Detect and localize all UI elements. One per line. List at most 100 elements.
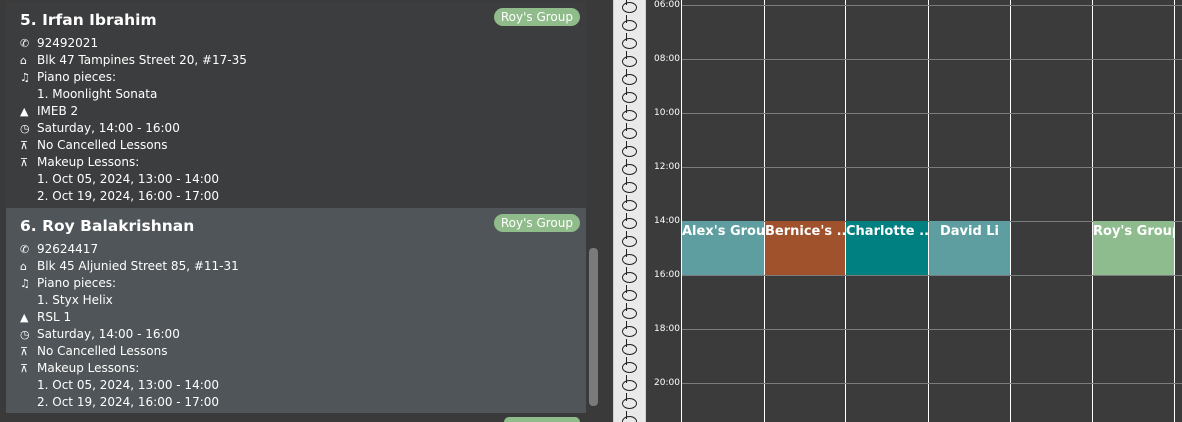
time-label: 12:00 [654, 162, 680, 172]
spiral-ring [622, 393, 637, 409]
spiral-binding [613, 0, 646, 422]
phone-icon: ✆ [20, 37, 30, 50]
spiral-ring [622, 177, 637, 193]
pieces-row: ♫ Piano pieces: [20, 275, 586, 292]
calendar-event[interactable]: David Li [929, 221, 1010, 275]
calendar-event[interactable]: Charlotte ... [846, 221, 928, 275]
lesson-time-text: Saturday, 14:00 - 16:00 [37, 121, 180, 135]
list-scrollbar-thumb[interactable] [589, 248, 598, 406]
clock-icon: ◷ [20, 122, 30, 135]
student-list-panel[interactable]: 5. Irfan Ibrahim Roy's Group ✆ 92492021 ⌂… [0, 0, 612, 422]
spiral-ring [622, 231, 637, 247]
calendar-event[interactable]: Alex's Group [682, 221, 764, 275]
hour-gridline [682, 113, 1182, 114]
time-label: 10:00 [654, 108, 680, 118]
spiral-ring [622, 0, 637, 13]
spiral-ring [622, 141, 637, 157]
time-label: 18:00 [654, 324, 680, 334]
makeup-item: 2. Oct 19, 2024, 16:00 - 17:00 [37, 395, 220, 409]
spiral-ring [622, 123, 637, 139]
makeup-label: Makeup Lessons: [37, 361, 140, 375]
time-label: 20:00 [654, 378, 680, 388]
makeup-row: ⊼ Makeup Lessons: [20, 360, 586, 377]
spiral-ring [622, 15, 637, 31]
hour-gridline [682, 59, 1182, 60]
grade-row: ▲ IMEB 2 [20, 103, 586, 120]
cancelled-text: No Cancelled Lessons [37, 344, 168, 358]
spiral-ring [622, 213, 637, 229]
graduation-cap-icon: ▲ [20, 105, 29, 118]
piece-item: 1. Styx Helix [37, 293, 113, 307]
student-name-text: Roy Balakrishnan [42, 217, 195, 235]
day-column-divider [928, 0, 929, 422]
spiral-ring [622, 357, 637, 373]
makeup-row: ⊼ Makeup Lessons: [20, 154, 586, 171]
spiral-ring [622, 249, 637, 265]
time-label: 16:00 [654, 270, 680, 280]
graduation-cap-icon: ▲ [20, 311, 29, 324]
student-number: 5. [20, 11, 37, 29]
student-name-text: Irfan Ibrahim [42, 11, 157, 29]
time-label: 14:00 [654, 216, 680, 226]
address-text: Blk 47 Tampines Street 20, #17-35 [37, 53, 247, 67]
phone-text: 92624417 [37, 242, 99, 256]
group-tag: Roy's Group [493, 214, 580, 232]
weekly-calendar[interactable]: 06:00 08:00 10:00 12:00 14:00 16:00 18:00 20:00… [646, 0, 1182, 422]
cancelled-lesson-icon: ⊼ [20, 345, 29, 358]
spiral-ring [622, 267, 637, 283]
grade-text: IMEB 2 [37, 104, 79, 118]
day-column-divider [1174, 0, 1175, 422]
spiral-ring [622, 105, 637, 121]
student-number: 6. [20, 217, 37, 235]
group-tag: Roy's Group [493, 8, 580, 26]
piece-item: 1. Moonlight Sonata [37, 87, 158, 101]
spiral-ring [622, 339, 637, 355]
calendar-event[interactable]: Roy's Group [1093, 221, 1174, 275]
time-label: 06:00 [654, 0, 680, 10]
phone-text: 92492021 [37, 36, 99, 50]
lesson-time-row: ◷ Saturday, 14:00 - 16:00 [20, 326, 586, 343]
spiral-ring [622, 411, 637, 422]
lesson-time-row: ◷ Saturday, 14:00 - 16:00 [20, 120, 586, 137]
spiral-ring [622, 195, 637, 211]
next-card-group-tag [504, 417, 580, 422]
time-label: 08:00 [654, 54, 680, 64]
phone-row: ✆ 92492021 [20, 35, 586, 52]
student-card[interactable]: 5. Irfan Ibrahim Roy's Group ✆ 92492021 ⌂… [6, 2, 586, 208]
student-card-selected[interactable]: 6. Roy Balakrishnan Roy's Group ✆ 9262441… [6, 208, 586, 413]
day-column-divider [1092, 0, 1093, 422]
day-column-divider [1010, 0, 1011, 422]
pieces-label: Piano pieces: [37, 276, 117, 290]
spiral-ring [622, 87, 637, 103]
pieces-label: Piano pieces: [37, 70, 117, 84]
music-note-icon: ♫ [20, 277, 30, 290]
lesson-time-text: Saturday, 14:00 - 16:00 [37, 327, 180, 341]
phone-icon: ✆ [20, 243, 30, 256]
app-window: 5. Irfan Ibrahim Roy's Group ✆ 92492021 ⌂… [0, 0, 1182, 422]
spiral-ring [622, 159, 637, 175]
spiral-ring [622, 303, 637, 319]
makeup-label: Makeup Lessons: [37, 155, 140, 169]
hour-gridline [682, 329, 1182, 330]
hour-gridline [682, 167, 1182, 168]
grade-row: ▲ RSL 1 [20, 309, 586, 326]
phone-row: ✆ 92624417 [20, 241, 586, 258]
hour-gridline [682, 5, 1182, 6]
spiral-ring [622, 69, 637, 85]
cancelled-row: ⊼ No Cancelled Lessons [20, 343, 586, 360]
music-note-icon: ♫ [20, 71, 30, 84]
day-column-divider [681, 0, 682, 422]
spiral-ring [622, 375, 637, 391]
makeup-item: 1. Oct 05, 2024, 13:00 - 14:00 [37, 378, 220, 392]
spiral-ring [622, 285, 637, 301]
makeup-lesson-icon: ⊼ [20, 362, 29, 375]
address-row: ⌂ Blk 45 Aljunied Street 85, #11-31 [20, 258, 586, 275]
clock-icon: ◷ [20, 328, 30, 341]
spiral-ring [622, 51, 637, 67]
calendar-event[interactable]: Bernice's ... [765, 221, 845, 275]
home-icon: ⌂ [20, 54, 27, 67]
address-text: Blk 45 Aljunied Street 85, #11-31 [37, 259, 239, 273]
spiral-ring [622, 33, 637, 49]
address-row: ⌂ Blk 47 Tampines Street 20, #17-35 [20, 52, 586, 69]
home-icon: ⌂ [20, 260, 27, 273]
